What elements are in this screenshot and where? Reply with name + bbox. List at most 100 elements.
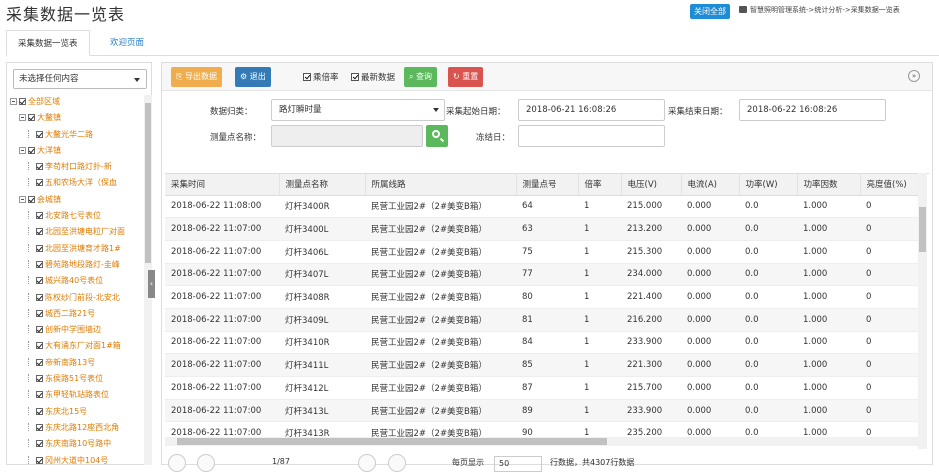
tree-node[interactable]: 会城镇	[10, 192, 142, 208]
table-row[interactable]: 2018-06-22 11:07:00 灯杆3411L 民营工业园2#（2#美变B箱…	[165, 353, 920, 377]
first-page-button[interactable]	[168, 454, 186, 472]
tree-node[interactable]: 东甲轻轨站路表位	[10, 387, 142, 403]
tree-node[interactable]: 陈权纱门前段-北安北	[10, 290, 142, 306]
prev-page-button[interactable]	[197, 454, 215, 472]
start-date-input[interactable]: 2018-06-21 16:08:26	[518, 99, 665, 121]
checkbox-checked-icon[interactable]	[36, 293, 43, 301]
column-header[interactable]: 采集时间	[165, 174, 280, 196]
table-row[interactable]: 2018-06-22 11:07:00 灯杆3407L 民营工业园2#（2#美变B箱…	[165, 263, 920, 287]
tree-node[interactable]: 创新中学围墙边	[10, 322, 142, 338]
table-row[interactable]: 2018-06-22 11:07:00 灯杆3406L 民营工业园2#（2#美变B箱…	[165, 240, 920, 264]
next-page-button[interactable]	[358, 454, 376, 472]
column-header[interactable]: 功率(W)	[739, 174, 798, 196]
exit-button[interactable]: ⚙ 退出	[235, 67, 271, 87]
minus-expander-icon[interactable]	[19, 114, 26, 122]
checkbox-checked-icon[interactable]	[36, 228, 43, 236]
checkbox-checked-icon[interactable]	[36, 423, 43, 431]
checkbox-checked-icon[interactable]	[36, 456, 43, 464]
table-horizontal-scrollbar[interactable]	[165, 437, 918, 446]
tab-welcome[interactable]: 欢迎页面	[99, 30, 155, 56]
tree-node[interactable]: 北园至洪塘电粒厂对面	[10, 224, 142, 240]
table-row[interactable]: 2018-06-22 11:07:00 灯杆3410R 民营工业园2#（2#美变B箱…	[165, 331, 920, 355]
checkbox-checked-icon[interactable]	[28, 195, 35, 203]
table-row[interactable]: 2018-06-22 11:07:00 灯杆3413L 民营工业园2#（2#美变B箱…	[165, 399, 920, 423]
column-header[interactable]: 所属线路	[365, 174, 517, 196]
breadcrumb-text[interactable]: 智慧照明管理系统->统计分析->采集数据一览表	[750, 6, 900, 14]
tree-node[interactable]: 全部区域	[10, 94, 142, 110]
table-row[interactable]: 2018-06-22 11:07:00 灯杆3412L 民营工业园2#（2#美变B箱…	[165, 376, 920, 400]
checkbox-checked-icon[interactable]	[36, 407, 43, 415]
point-name-input[interactable]	[271, 125, 423, 147]
checkbox-checked-icon[interactable]	[19, 98, 26, 105]
query-button[interactable]: ⌕ 查询	[404, 67, 438, 87]
end-date-input[interactable]: 2018-06-22 16:08:26	[739, 99, 886, 121]
tree-node[interactable]: 五和农场大洋（保血	[10, 175, 142, 191]
column-header[interactable]: 功率因数	[797, 174, 861, 196]
sidebar-scrollbar-thumb[interactable]	[145, 103, 151, 263]
close-all-button[interactable]: 关闭全部	[690, 4, 730, 19]
column-header[interactable]: 电流(A)	[681, 174, 740, 196]
column-header[interactable]: 测量点名称	[279, 174, 366, 196]
last-page-button[interactable]	[388, 454, 406, 472]
table-row[interactable]: 2018-06-22 11:07:00 灯杆3408R 民营工业园2#（2#美变B箱…	[165, 285, 920, 309]
table-vertical-scrollbar[interactable]	[918, 173, 927, 449]
minus-expander-icon[interactable]	[19, 146, 26, 154]
tree-node[interactable]: 东庆北路12座西北角	[10, 420, 142, 436]
column-header[interactable]: 倍率	[578, 174, 622, 196]
tree-node[interactable]: 大鳌光华二路	[10, 127, 142, 143]
checkbox-checked-icon[interactable]	[36, 212, 43, 220]
table-hscroll-thumb[interactable]	[177, 438, 607, 445]
tree-node[interactable]: 帝新南路13号	[10, 355, 142, 371]
tree-node[interactable]: 北园至洪塘育才路1#	[10, 241, 142, 257]
checkbox-checked-icon[interactable]	[28, 114, 35, 122]
checkbox-checked-icon[interactable]	[36, 326, 43, 334]
expand-toggle-icon[interactable]: »	[908, 70, 920, 82]
table-vscroll-thumb[interactable]	[919, 207, 926, 252]
collapse-sidebar-handle[interactable]: ‹	[148, 270, 155, 298]
data-type-select[interactable]: 路灯瞬时量	[271, 99, 445, 121]
checkbox-checked-icon[interactable]	[36, 375, 43, 383]
minus-expander-icon[interactable]	[19, 195, 26, 203]
tab-collection-data[interactable]: 采集数据一览表	[6, 30, 90, 56]
checkbox-checked-icon[interactable]	[36, 179, 43, 187]
checkbox-checked-icon[interactable]	[36, 244, 43, 252]
tree-node[interactable]: 东庆北15号	[10, 404, 142, 420]
multiplier-checkbox[interactable]: 乘倍率	[303, 71, 339, 83]
checkbox-checked-icon[interactable]	[36, 130, 43, 138]
column-header[interactable]: 电压(V)	[621, 174, 682, 196]
checkbox-checked-icon[interactable]	[36, 342, 43, 350]
freeze-day-input[interactable]	[518, 125, 665, 147]
checkbox-checked-icon[interactable]	[36, 277, 43, 285]
checkbox-checked-icon[interactable]	[28, 146, 35, 154]
reset-button[interactable]: ↻ 重置	[448, 67, 484, 87]
checkbox-checked-icon[interactable]	[36, 440, 43, 448]
checkbox-checked-icon[interactable]	[36, 309, 43, 317]
tree-node[interactable]: 冈州大道中104号	[10, 453, 142, 466]
table-row[interactable]: 2018-06-22 11:08:00 灯杆3400R 民营工业园2#（2#美变B箱…	[165, 195, 920, 219]
table-row[interactable]: 2018-06-22 11:07:00 灯杆3409L 民营工业园2#（2#美变B箱…	[165, 308, 920, 332]
tree-node[interactable]: 李苟村口路灯扑-新	[10, 159, 142, 175]
tree-node[interactable]: 城西二路21号	[10, 306, 142, 322]
checkbox-checked-icon[interactable]	[36, 358, 43, 366]
column-header[interactable]: 测量点号	[516, 174, 579, 196]
checkbox-checked-icon[interactable]	[36, 163, 43, 171]
export-button[interactable]: ⎘ 导出数据	[171, 67, 222, 87]
minus-expander-icon[interactable]	[10, 98, 17, 105]
tree-node[interactable]: 碧苑路地段路灯-圭峰	[10, 257, 142, 273]
tree-node[interactable]: 大鳌镇	[10, 110, 142, 126]
tree-node[interactable]: 大有涌东厂对面1#箱	[10, 338, 142, 354]
area-select[interactable]: 未选择任何内容	[13, 69, 147, 89]
point-search-button[interactable]	[426, 125, 448, 147]
tree-node[interactable]: 大洋镇	[10, 143, 142, 159]
checkbox-checked-icon[interactable]	[36, 391, 43, 399]
table-cell: 0	[860, 285, 920, 309]
tree-node[interactable]: 东侯路51号表位	[10, 371, 142, 387]
checkbox-checked-icon[interactable]	[36, 260, 43, 268]
column-header[interactable]: 亮度值(%)	[860, 174, 921, 196]
table-row[interactable]: 2018-06-22 11:07:00 灯杆3400L 民营工业园2#（2#美变B箱…	[165, 217, 920, 241]
latest-data-checkbox[interactable]: 最新数据	[351, 71, 395, 83]
tree-node[interactable]: 城兴路40号表位	[10, 273, 142, 289]
tree-node[interactable]: 北安路七号表位	[10, 208, 142, 224]
tree-node[interactable]: 东庆南路10号路中	[10, 436, 142, 452]
page-size-select[interactable]: 50	[494, 456, 542, 472]
